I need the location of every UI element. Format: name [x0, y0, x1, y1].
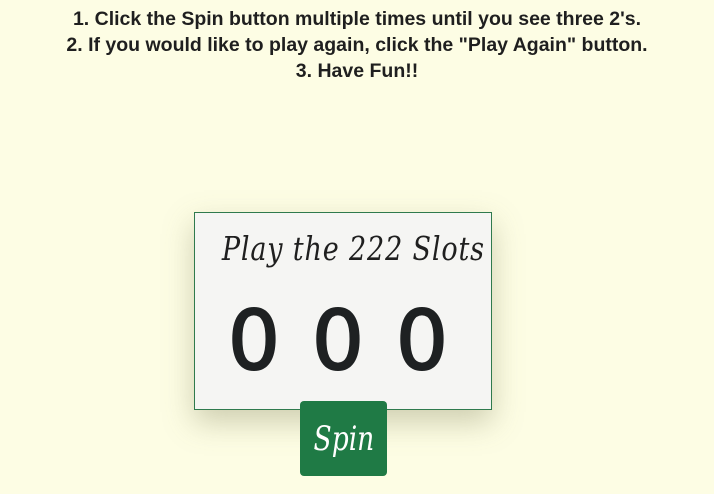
slot-machine-card: Play the 222 Slots 0 0 0 [194, 212, 492, 410]
spin-button[interactable]: Spin [300, 401, 387, 476]
reel-3: 0 [395, 294, 449, 389]
instruction-line-3: 3. Have Fun!! [295, 60, 419, 82]
spin-button-label: Spin [313, 418, 374, 459]
instruction-line-1: 1. Click the Spin button multiple times … [72, 8, 642, 30]
reel-1: 0 [227, 294, 281, 389]
reels: 0 0 0 [223, 294, 453, 389]
instruction-line-2: 2. If you would like to play again, clic… [66, 34, 648, 56]
reel-2: 0 [311, 294, 365, 389]
instructions: 1. Click the Spin button multiple times … [0, 6, 714, 84]
slot-title: Play the 222 Slots [221, 229, 485, 268]
